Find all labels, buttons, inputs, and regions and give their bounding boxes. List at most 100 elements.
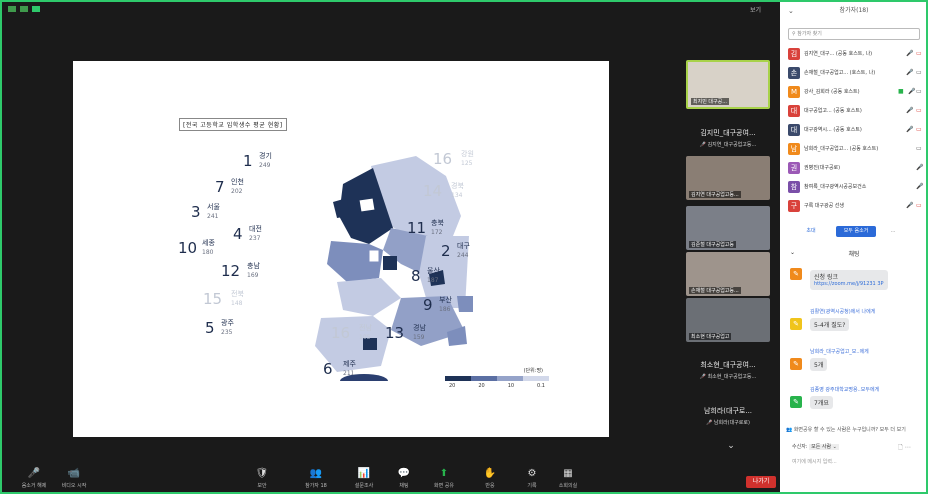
record-icon: ⚙	[527, 468, 537, 479]
video-tile-active[interactable]: 최지민 대구공...	[686, 60, 770, 109]
region-ulsan	[457, 296, 473, 312]
mute-all-button[interactable]: 모두 음소거	[836, 226, 876, 237]
video-off-icon: ▭	[916, 126, 922, 133]
region-label-ulsan: 8 울산 187	[411, 267, 440, 285]
reactions-button[interactable]: ✋ 반응	[472, 468, 508, 489]
collapse-icon[interactable]: ⌄	[788, 2, 794, 20]
screen-share-note: 👥 화면공유 할 수 있는 사람은 누구입니까? 모두 더 보기	[786, 427, 906, 433]
region-daejeon	[383, 256, 397, 270]
record-button[interactable]: ⚙ 기록	[514, 468, 550, 489]
region-label-busan: 9 부산 186	[423, 296, 452, 314]
bar-chart-icon: 📊	[357, 468, 371, 479]
region-jeonbuk	[337, 278, 401, 316]
hand-icon: ✋	[483, 468, 497, 479]
region-label-gyeongbuk: 14 경북 134	[423, 182, 464, 200]
region-label-chungbuk: 11 충북 172	[407, 219, 444, 237]
side-panel: ⌄ 참가자(18) ⚲ 참가자 찾기 김 김지연_대구... (공동 호스트, …	[782, 2, 926, 492]
participant-row[interactable]: 남 남희라_대구공업고... (공동 호스트) ▭	[788, 142, 924, 156]
participant-name-block: 김지민_대구공여... 🎤̸ 김지연_대구공업고등...	[699, 129, 757, 148]
chat-button[interactable]: 💬 채팅	[386, 468, 422, 489]
participant-row[interactable]: 김 김지연_대구... (공동 호스트, 나) 🎤 ▭	[788, 47, 924, 61]
more-icon[interactable]: ⋯	[905, 444, 911, 451]
collapse-icon[interactable]: ⌄	[790, 249, 795, 256]
mic-muted-icon: 🎤̸	[699, 374, 708, 380]
send-to-dropdown[interactable]: 모든 사람 ⌄	[809, 444, 839, 450]
video-icon: ▭	[916, 88, 922, 95]
chat-message: 김활연(광역시공청)에서 나에게 ✎ 5-4개 질도?	[790, 308, 922, 338]
participant-row[interactable]: 구 구록 대구광공 선생 🎤 ▭	[788, 199, 924, 213]
status-icon	[20, 6, 28, 12]
video-off-icon: ▭	[916, 202, 922, 209]
people-icon: 👥	[309, 468, 323, 479]
participant-row[interactable]: M 강사_김희라 (공동 호스트) ■ 🎤 ▭	[788, 85, 924, 99]
people-icon: 👥	[786, 427, 794, 433]
region-seoul	[358, 197, 376, 213]
avatar: 대	[788, 105, 800, 117]
share-screen-icon: ⬆	[439, 468, 449, 479]
mic-muted-icon: 🎤	[906, 126, 914, 133]
chat-link[interactable]: https://zoom.me/j/91231 3P	[814, 281, 884, 288]
region-sejong	[368, 249, 380, 263]
share-screen-button[interactable]: ⬆ 화면 공유	[426, 468, 462, 489]
avatar: ✎	[790, 396, 802, 408]
video-tile[interactable]: 손재철 대구공업고등...	[686, 252, 770, 296]
meeting-toolbar: 🎤 음소거 해제 📹 비디오 시작 🛡 보안 👥 참가자 18 📊 설문조사 💬…	[2, 460, 780, 492]
region-label-gangwon: 16 강원 125	[433, 150, 474, 168]
participants-button[interactable]: 👥 참가자 18	[298, 468, 334, 489]
avatar: M	[788, 86, 800, 98]
legend-ticks: 20 20 10 0.1	[449, 383, 545, 389]
microphone-icon: 🎤	[27, 468, 41, 479]
video-off-icon: ▭	[916, 50, 922, 57]
video-tile[interactable]: 김준철 대구공업고등	[686, 206, 770, 250]
participant-search-input[interactable]: ⚲ 참가자 찾기	[788, 28, 920, 40]
video-tile[interactable]: 김지연 대구공업고등...	[686, 156, 770, 200]
chevron-down-icon[interactable]: ⌄	[724, 441, 738, 451]
grid-icon: ▦	[563, 468, 573, 479]
participant-row[interactable]: 대 대구광역시... (공동 호스트) 🎤 ▭	[788, 123, 924, 137]
view-button[interactable]: 보기	[750, 5, 761, 14]
meeting-window: 보기 [전국 고등학교 입학생수 평균 현황] 1 경기 249 2 대구 24…	[2, 2, 780, 492]
region-label-sejong: 10 세종 180	[178, 239, 215, 257]
send-to-row: 수신자: 모든 사람 ⌄	[792, 444, 839, 450]
participant-row[interactable]: 참 참여록_대구광역시공공보건소 🎤	[788, 180, 924, 194]
mic-muted-icon: 🎤	[916, 183, 924, 190]
invite-button[interactable]: 초대	[798, 226, 824, 237]
signal-icon	[32, 6, 40, 12]
microphone-icon: 🎤	[908, 88, 916, 95]
chat-bubble-icon: 💬	[397, 468, 411, 479]
legend-color-bar	[445, 376, 549, 381]
chat-input[interactable]: 여기에 메시지 입력...	[792, 458, 837, 465]
participant-row[interactable]: 권 권병진(대구공로) 🎤	[788, 161, 924, 175]
avatar: ✎	[790, 358, 802, 370]
chat-message: ✎ 신청 링크 https://zoom.me/j/91231 3P	[790, 268, 922, 310]
video-tile[interactable]: 최소현 대구공업고	[686, 298, 770, 342]
breakout-rooms-button[interactable]: ▦ 소회의실	[550, 468, 586, 489]
participant-row[interactable]: 손 손재철_대구공업고... (호스트, 나) 🎤 ▭	[788, 66, 924, 80]
region-label-jeonbuk: 15 전북 148	[203, 290, 244, 308]
mic-muted-icon: 🎤̸	[699, 142, 708, 148]
shield-icon[interactable]	[8, 6, 16, 12]
participant-row[interactable]: 대 대구공업고... (공동 호스트) 🎤 ▭	[788, 104, 924, 118]
avatar: 권	[788, 162, 800, 174]
region-label-gyeongnam: 13 경남 159	[385, 324, 426, 342]
avatar: 구	[788, 200, 800, 212]
leave-button[interactable]: 나가기	[746, 476, 776, 488]
mic-muted-icon: 🎤	[906, 107, 914, 114]
unmute-button[interactable]: 🎤 음소거 해제	[16, 468, 52, 489]
mic-muted-icon: 🎤̸	[706, 420, 714, 426]
video-icon: ▭	[916, 69, 922, 76]
more-button[interactable]: ...	[886, 226, 900, 237]
avatar: 남	[788, 143, 800, 155]
legend-unit: (단위:명)	[523, 368, 543, 374]
region-label-jeju: 6 제주 211	[323, 360, 356, 378]
security-button[interactable]: 🛡 보안	[244, 468, 280, 489]
chat-message: 남희라_대구공업고_모..에게 ✎ 5개	[790, 348, 922, 378]
participant-actions: 초대 모두 음소거 ...	[798, 226, 908, 238]
avatar: 대	[788, 124, 800, 136]
file-icon[interactable]: 🗋	[898, 444, 903, 451]
start-video-button[interactable]: 📹 비디오 시작	[56, 468, 92, 489]
video-icon: ▭	[916, 145, 922, 152]
region-label-daegu: 2 대구 244	[441, 242, 470, 260]
polls-button[interactable]: 📊 설문조사	[346, 468, 382, 489]
shared-slide: [전국 고등학교 입학생수 평균 현황] 1 경기 249 2 대구 244 3…	[73, 61, 609, 437]
